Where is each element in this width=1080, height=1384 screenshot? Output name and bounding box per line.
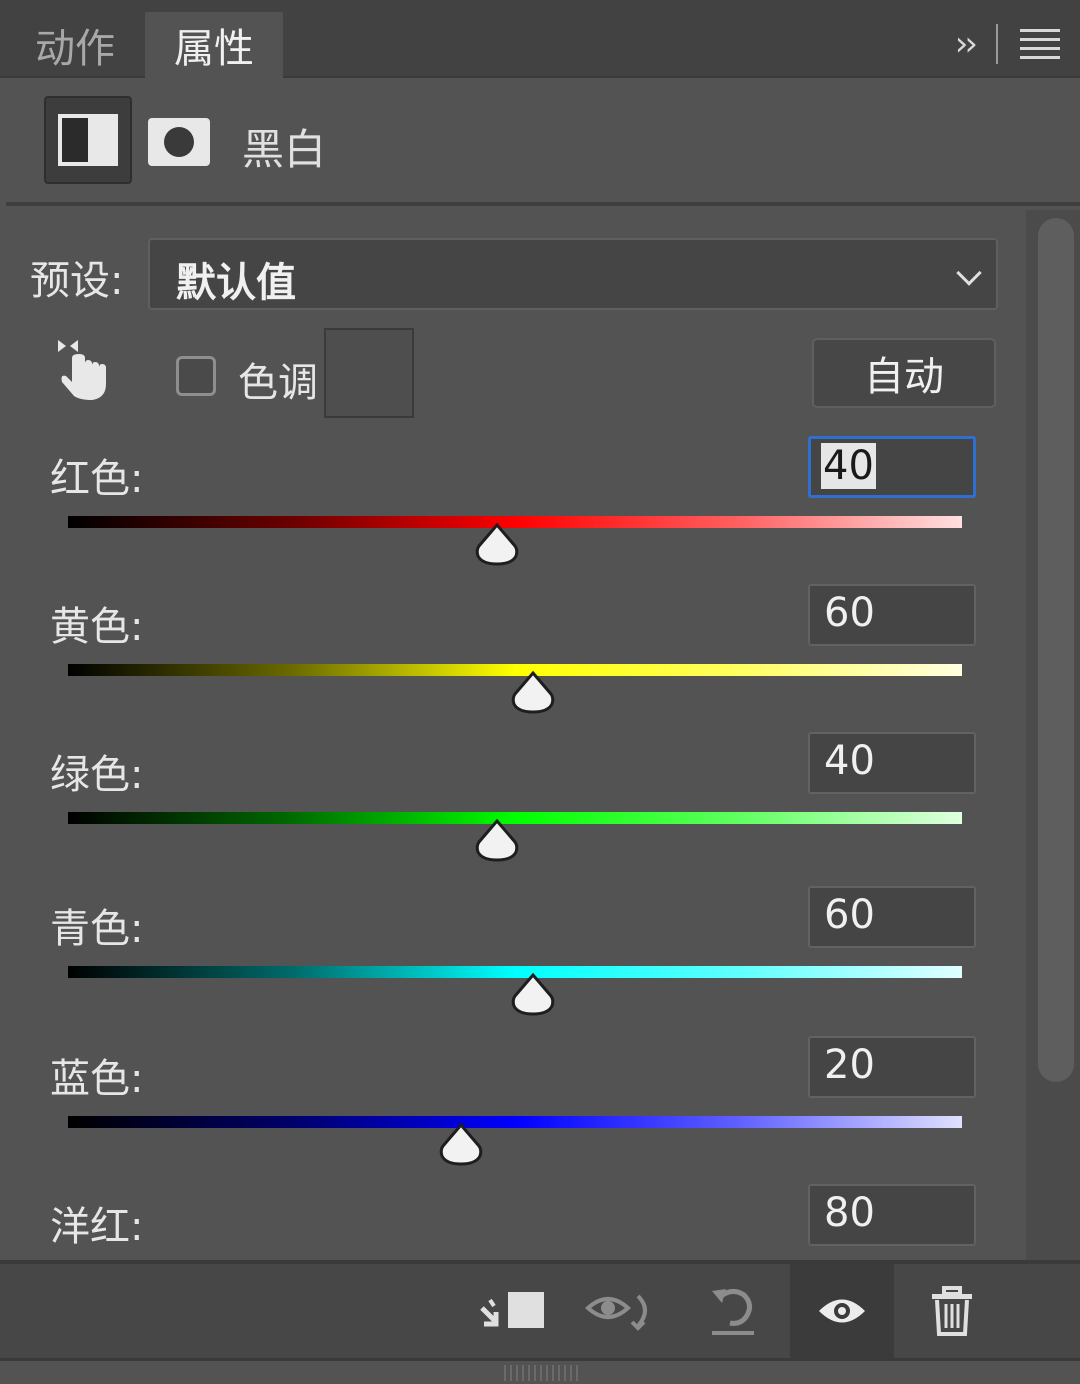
channel-value: 60 — [824, 892, 875, 938]
targeted-adjustment-hand-icon[interactable] — [52, 336, 112, 402]
adjustment-title: 黑白 — [242, 125, 327, 174]
tab-bar-divider — [996, 24, 998, 64]
channel-blue: 蓝色: 20 — [6, 1036, 1026, 1184]
view-previous-state-icon — [585, 1294, 647, 1331]
channel-value: 20 — [824, 1042, 875, 1088]
chevron-down-icon — [956, 260, 982, 286]
properties-footer — [0, 1260, 1080, 1358]
channel-label: 洋红: — [50, 1204, 144, 1250]
channel-label: 红色: — [50, 456, 144, 502]
scrollbar-thumb[interactable] — [1038, 218, 1074, 1082]
preset-dropdown[interactable]: 默认值 — [148, 238, 998, 310]
channel-label: 黄色: — [50, 604, 144, 650]
tab-actions[interactable]: 动作 — [10, 12, 140, 78]
reset-icon — [712, 1289, 754, 1335]
channel-yellow: 黄色: 60 — [6, 584, 1026, 732]
preset-label: 预设: — [30, 258, 124, 304]
channel-cyan: 青色: 60 — [6, 886, 1026, 1034]
channel-value: 60 — [824, 590, 875, 636]
clip-to-layer-icon — [480, 1292, 544, 1328]
channel-label: 青色: — [50, 906, 144, 952]
visibility-eye-icon — [819, 1299, 865, 1323]
visibility-toggle-button[interactable] — [790, 1264, 894, 1358]
delete-button[interactable] — [902, 1264, 1002, 1358]
yellow-slider-thumb[interactable] — [510, 670, 556, 716]
trash-icon — [932, 1286, 972, 1336]
properties-content: 预设: 默认值 色调 自动 红色: 40 黄色: 60 绿色: 40 青色: 6… — [6, 210, 1026, 1260]
cyan-value-input[interactable]: 60 — [808, 886, 976, 948]
channel-value: 80 — [824, 1190, 875, 1236]
resize-grip-icon[interactable] — [504, 1365, 578, 1381]
tint-color-swatch[interactable] — [324, 328, 414, 418]
tint-checkbox[interactable] — [176, 356, 216, 396]
collapse-panel-icon[interactable]: ›› — [955, 24, 978, 64]
preset-value: 默认值 — [176, 260, 296, 306]
channel-value: 40 — [824, 738, 875, 784]
reset-button[interactable] — [682, 1264, 782, 1358]
channel-label: 绿色: — [50, 752, 144, 798]
channel-value: 40 — [821, 443, 876, 489]
layer-mask-icon[interactable] — [148, 118, 210, 166]
black-white-adjustment-icon — [58, 114, 118, 166]
properties-header: 黑白 — [6, 80, 1080, 206]
blue-slider-track[interactable] — [68, 1116, 962, 1128]
green-slider-thumb[interactable] — [474, 818, 520, 864]
channel-red: 红色: 40 — [6, 436, 1026, 584]
cyan-slider-thumb[interactable] — [510, 972, 556, 1018]
panel-menu-icon[interactable] — [1020, 29, 1060, 59]
red-slider-thumb[interactable] — [474, 522, 520, 568]
channel-green: 绿色: 40 — [6, 732, 1026, 880]
clip-to-layer-button[interactable] — [462, 1264, 562, 1358]
blue-slider-thumb[interactable] — [438, 1122, 484, 1168]
red-value-input[interactable]: 40 — [808, 436, 976, 498]
yellow-value-input[interactable]: 60 — [808, 584, 976, 646]
adjustment-settings-button[interactable] — [44, 96, 132, 184]
magenta-value-input[interactable]: 80 — [808, 1184, 976, 1246]
channel-label: 蓝色: — [50, 1056, 144, 1102]
tint-label: 色调 — [238, 360, 318, 406]
view-previous-state-button[interactable] — [572, 1264, 672, 1358]
tab-properties[interactable]: 属性 — [145, 12, 283, 78]
panel-tab-bar: 动作 属性 ›› — [0, 0, 1080, 78]
auto-button[interactable]: 自动 — [812, 338, 996, 408]
panel-resize-strip[interactable] — [0, 1358, 1080, 1384]
scrollbar[interactable] — [1026, 210, 1080, 1260]
tab-bar-controls: ›› — [955, 20, 1060, 68]
channel-magenta: 洋红: 80 — [6, 1184, 1026, 1260]
blue-value-input[interactable]: 20 — [808, 1036, 976, 1098]
green-value-input[interactable]: 40 — [808, 732, 976, 794]
